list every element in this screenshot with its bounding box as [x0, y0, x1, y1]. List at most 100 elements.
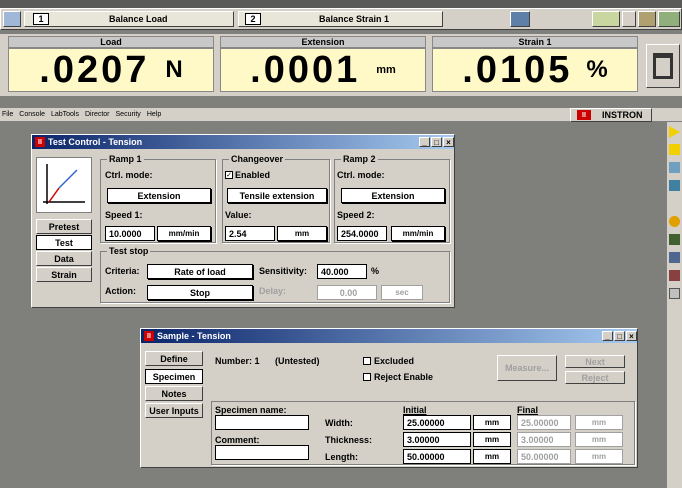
wrench-icon[interactable] — [669, 234, 680, 245]
frame-icon[interactable] — [658, 11, 680, 27]
meter-value: .0001 — [250, 48, 361, 91]
sensitivity-input[interactable]: 40.000 — [317, 264, 367, 279]
minimize-icon[interactable]: _ — [602, 331, 613, 341]
close-icon[interactable]: × — [626, 331, 637, 341]
checkbox-icon — [363, 373, 371, 381]
menu-console[interactable]: Console — [19, 111, 45, 118]
test-stop-group: Test stop Criteria: Rate of load Sensiti… — [100, 246, 450, 303]
side-tab-specimen[interactable]: Specimen — [145, 369, 203, 384]
meter-readout: .0207 N — [8, 48, 214, 92]
checkbox-checked-icon: ✓ — [225, 171, 233, 179]
thickness-initial-input[interactable]: 3.00000 — [403, 432, 471, 447]
play-icon[interactable] — [669, 126, 680, 138]
changeover-unit-button[interactable]: mm — [277, 226, 327, 241]
comment-input[interactable] — [215, 445, 309, 460]
meter-extension[interactable]: Extension .0001 mm — [220, 36, 426, 94]
comment-label: Comment: — [215, 435, 260, 445]
length-initial-input[interactable]: 50.00000 — [403, 449, 471, 464]
meter-label: Extension — [220, 36, 426, 48]
specimen-status: (Untested) — [275, 356, 320, 366]
machine-icon[interactable] — [646, 44, 680, 88]
sample-titlebar[interactable]: II Sample - Tension _ □ × — [141, 329, 637, 343]
length-unit[interactable]: mm — [473, 449, 511, 464]
length-final-input: 50.00000 — [517, 449, 571, 464]
menu-labtools[interactable]: LabTools — [51, 111, 79, 118]
status-light-icon[interactable] — [669, 216, 680, 227]
balance-strain-button[interactable]: 2 Balance Strain 1 — [238, 11, 443, 27]
side-tab-data[interactable]: Data — [36, 251, 92, 266]
grid-icon[interactable] — [3, 11, 21, 27]
maximize-icon[interactable]: □ — [431, 137, 442, 147]
width-unit[interactable]: mm — [473, 415, 511, 430]
top-strip — [0, 0, 682, 8]
minimize-icon[interactable]: _ — [419, 137, 430, 147]
width-initial-input[interactable]: 25.00000 — [403, 415, 471, 430]
document-icon[interactable] — [669, 288, 680, 299]
excluded-checkbox[interactable]: Excluded — [363, 356, 414, 366]
thickness-unit[interactable]: mm — [473, 432, 511, 447]
side-tab-strain[interactable]: Strain — [36, 267, 92, 282]
return-icon[interactable] — [669, 162, 680, 173]
side-tab-pretest[interactable]: Pretest — [36, 219, 92, 234]
meter-label: Load — [8, 36, 214, 48]
length-final-unit: mm — [575, 449, 623, 464]
action-button[interactable]: Stop — [147, 285, 253, 300]
speed1-unit-button[interactable]: mm/min — [157, 226, 211, 241]
reject-enable-checkbox[interactable]: Reject Enable — [363, 372, 433, 382]
speed1-input[interactable]: 10.0000 — [105, 226, 155, 241]
delay-unit: sec — [381, 285, 423, 300]
ramp1-mode-button[interactable]: Extension — [107, 188, 211, 203]
specimen-name-input[interactable] — [215, 415, 309, 430]
speed2-unit-button[interactable]: mm/min — [391, 226, 445, 241]
monitor-icon[interactable] — [510, 11, 530, 27]
instron-logo-icon: II — [577, 110, 591, 120]
test-control-titlebar[interactable]: II Test Control - Tension _ □ × — [32, 135, 454, 149]
graph-icon[interactable] — [669, 270, 680, 281]
config-icon[interactable] — [622, 11, 636, 27]
tools-icon[interactable] — [638, 11, 656, 27]
criteria-label: Criteria: — [105, 266, 140, 276]
side-tab-test[interactable]: Test — [36, 235, 92, 250]
width-label: Width: — [325, 418, 353, 428]
test-control-window: II Test Control - Tension _ □ × Pretest … — [31, 134, 455, 308]
delay-label: Delay: — [259, 286, 287, 296]
side-tab-define[interactable]: Define — [145, 351, 203, 366]
stop-icon[interactable] — [669, 144, 680, 155]
menu-file[interactable]: File — [2, 111, 13, 118]
side-tab-user-inputs[interactable]: User Inputs — [145, 403, 203, 418]
menu-help[interactable]: Help — [147, 111, 161, 118]
sensitivity-label: Sensitivity: — [259, 266, 308, 276]
ramp2-mode-button[interactable]: Extension — [341, 188, 445, 203]
width-final-unit: mm — [575, 415, 623, 430]
speed2-input[interactable]: 254.0000 — [337, 226, 387, 241]
changeover-group: Changeover ✓ Enabled Tensile extension V… — [222, 154, 330, 243]
display-icon[interactable] — [592, 11, 620, 27]
side-tab-notes[interactable]: Notes — [145, 386, 203, 401]
menu-director[interactable]: Director — [85, 111, 110, 118]
ctrl-mode-label: Ctrl. mode: — [337, 170, 385, 180]
chart-icon[interactable] — [669, 252, 680, 263]
balance-load-button[interactable]: 1 Balance Load — [24, 11, 234, 27]
meter-readout: .0001 mm — [220, 48, 426, 92]
balance-strain-label: Balance Strain 1 — [319, 14, 390, 24]
speed2-label: Speed 2: — [337, 210, 375, 220]
next-button: Next — [565, 355, 625, 368]
menu-security[interactable]: Security — [116, 111, 141, 118]
changeover-mode-button[interactable]: Tensile extension — [227, 188, 327, 203]
criteria-button[interactable]: Rate of load — [147, 264, 253, 279]
width-final-input: 25.00000 — [517, 415, 571, 430]
ramp-graph-icon — [36, 157, 92, 213]
meter-load[interactable]: Load .0207 N — [8, 36, 214, 94]
enabled-checkbox[interactable]: ✓ Enabled — [225, 170, 270, 180]
maximize-icon[interactable]: □ — [614, 331, 625, 341]
meter-label: Strain 1 — [432, 36, 638, 48]
group-caption: Ramp 2 — [341, 154, 378, 164]
group-caption: Ramp 1 — [107, 154, 144, 164]
changeover-value-input[interactable]: 2.54 — [225, 226, 275, 241]
close-icon[interactable]: × — [443, 137, 454, 147]
jog-icon[interactable] — [669, 180, 680, 191]
right-toolbar — [666, 122, 682, 488]
meter-strain[interactable]: Strain 1 .0105 % — [432, 36, 638, 94]
meter-unit: N — [165, 56, 183, 83]
instron-brand: II INSTRON — [570, 108, 652, 122]
